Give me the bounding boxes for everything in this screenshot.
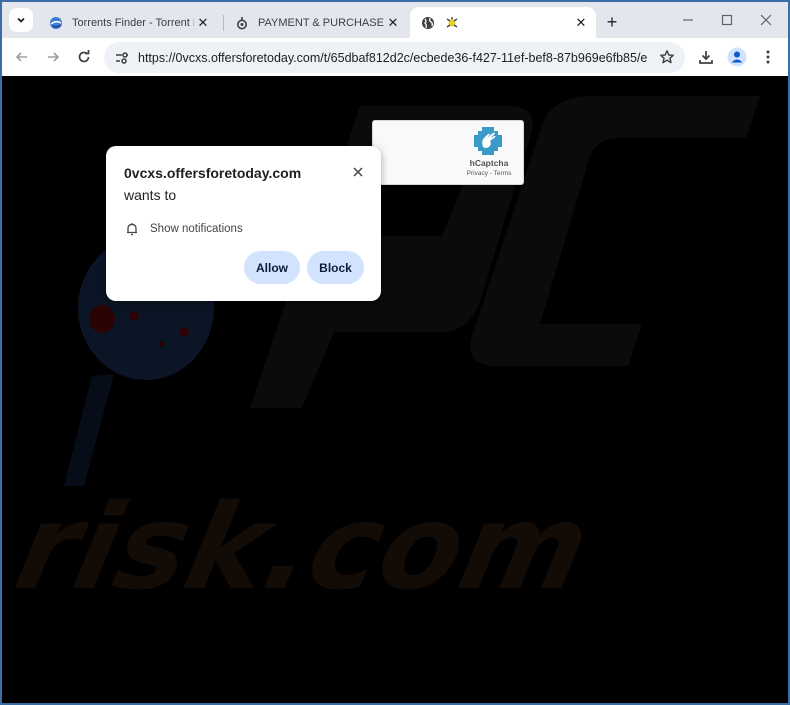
avatar-icon — [727, 47, 747, 67]
download-icon — [699, 51, 713, 64]
reload-icon — [78, 50, 90, 63]
popup-origin: 0vcxs.offersforetoday.com — [124, 165, 302, 181]
navigation-toolbar: https://0vcxs.offersforetoday.com/t/65db… — [2, 38, 788, 76]
arrow-right-icon — [48, 52, 60, 62]
browser-window: Torrents Finder - Torrent Fin ✕ PAYMENT … — [2, 2, 788, 703]
torrents-finder-favicon — [48, 15, 64, 31]
tab-search-button[interactable] — [9, 8, 33, 32]
reload-button[interactable] — [70, 43, 98, 71]
tab-title: PAYMENT & PURCHASE — [258, 16, 384, 29]
close-tab-icon[interactable]: ✕ — [572, 14, 590, 32]
window-close-button[interactable] — [748, 7, 784, 33]
more-vertical-icon — [766, 50, 770, 64]
arrow-left-icon — [15, 52, 27, 62]
close-icon — [760, 14, 772, 26]
tab-torrents-finder[interactable]: Torrents Finder - Torrent Fin ✕ — [38, 7, 218, 38]
tab-title: Torrents Finder - Torrent Fin — [72, 16, 194, 29]
permission-label: Show notifications — [150, 223, 243, 235]
url-text[interactable]: https://0vcxs.offersforetoday.com/t/65db… — [138, 51, 648, 65]
globe-icon — [420, 15, 436, 31]
downloads-button[interactable] — [692, 43, 720, 71]
bookmark-star-icon[interactable] — [657, 47, 677, 67]
popup-wants-to: wants to — [124, 187, 177, 203]
back-button[interactable] — [8, 43, 36, 71]
menu-button[interactable] — [754, 43, 782, 71]
allow-button[interactable]: Allow — [244, 251, 300, 284]
hcaptcha-brand: hCaptcha — [469, 158, 509, 168]
hcaptcha-links[interactable]: Privacy - Terms — [455, 170, 523, 177]
tab-payment-purchase[interactable]: PAYMENT & PURCHASE ✕ — [224, 7, 408, 38]
maximize-button[interactable] — [709, 7, 745, 33]
hcaptcha-logo-icon — [474, 127, 502, 155]
permission-row: Show notifications — [124, 221, 243, 237]
address-bar[interactable]: https://0vcxs.offersforetoday.com/t/65db… — [104, 42, 685, 73]
watermark-text: risk.com — [5, 479, 600, 616]
block-button[interactable]: Block — [307, 251, 364, 284]
minimize-button[interactable] — [670, 7, 706, 33]
site-info-icon[interactable] — [112, 48, 132, 68]
close-icon — [353, 167, 363, 177]
tab-strip: Torrents Finder - Torrent Fin ✕ PAYMENT … — [2, 2, 788, 38]
page-content: risk.com hCaptcha Privacy - Terms 0vcxs.… — [2, 76, 788, 703]
minimize-icon — [683, 19, 693, 21]
hcaptcha-widget[interactable]: hCaptcha Privacy - Terms — [372, 120, 524, 185]
tab-active[interactable]: ✕ — [410, 7, 596, 38]
bell-icon — [124, 221, 140, 237]
notification-permission-popup: 0vcxs.offersforetoday.com wants to Show … — [106, 146, 381, 301]
new-tab-button[interactable]: + — [600, 10, 624, 34]
profile-button[interactable] — [723, 43, 751, 71]
payment-favicon — [234, 15, 250, 31]
close-tab-icon[interactable]: ✕ — [194, 14, 212, 32]
chevron-down-icon — [17, 17, 25, 23]
close-tab-icon[interactable]: ✕ — [384, 14, 402, 32]
popup-close-button[interactable] — [349, 163, 367, 181]
forward-button[interactable] — [39, 43, 67, 71]
maximize-icon — [721, 14, 733, 26]
loading-spinner-icon — [444, 15, 460, 31]
